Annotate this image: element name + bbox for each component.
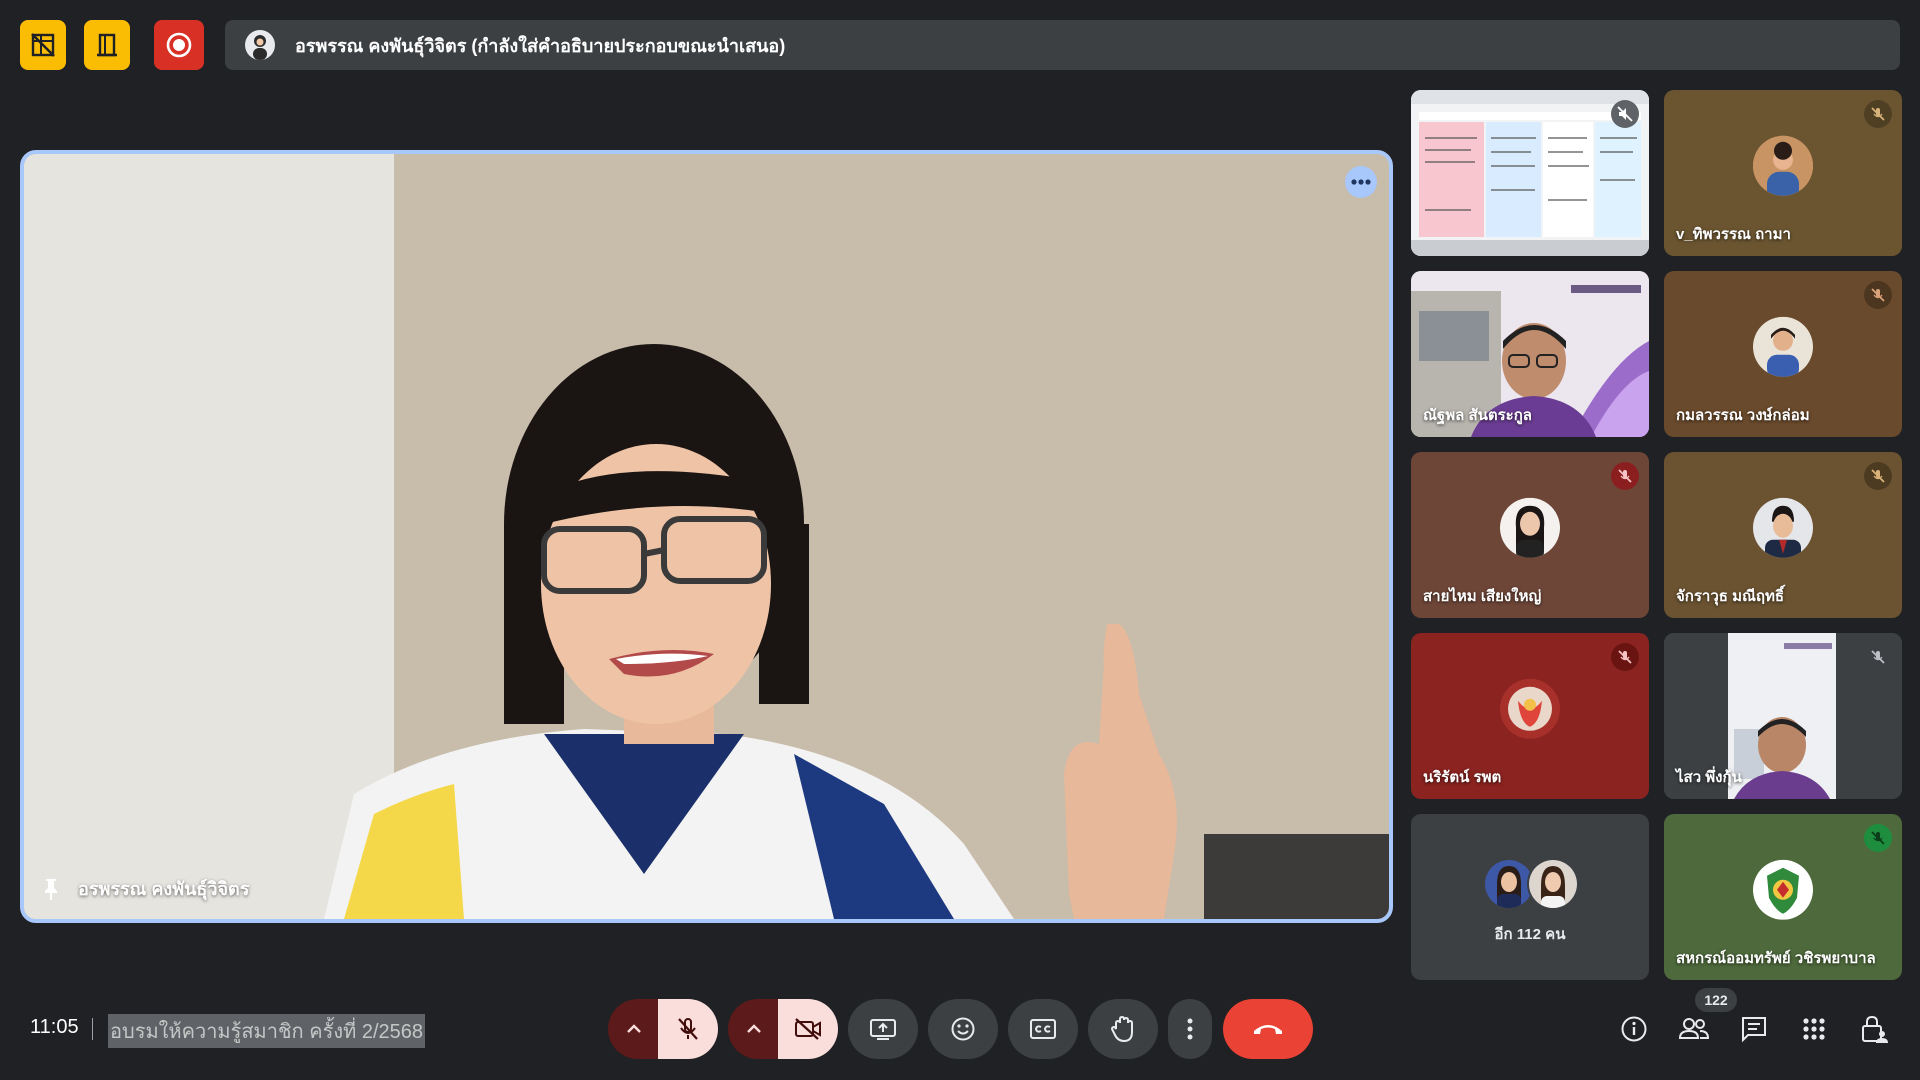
- avatar: [1753, 316, 1813, 377]
- mic-off-badge: [1864, 462, 1892, 490]
- participant-name: สายไหม เสียงใหญ่: [1423, 588, 1542, 605]
- meeting-info-button[interactable]: [1617, 1012, 1651, 1046]
- mic-off-badge: [1611, 100, 1639, 128]
- mic-off-icon: [1618, 469, 1632, 483]
- participant-count-badge: 122: [1695, 988, 1737, 1012]
- participant-tile[interactable]: ณัฐพล สันตระกูล: [1411, 271, 1649, 437]
- mic-off-icon: [1871, 107, 1885, 121]
- mic-off-icon: [1871, 831, 1885, 845]
- avatar: [1527, 858, 1579, 910]
- audio-options-button[interactable]: [608, 999, 660, 1059]
- more-participants-tile[interactable]: อีก 112 คน: [1411, 814, 1649, 980]
- people-icon: [1678, 1018, 1710, 1039]
- mic-off-badge: [1611, 643, 1639, 671]
- volume-off-icon: [1617, 106, 1633, 122]
- participant-tile[interactable]: v_ทิพวรรณ ถามา: [1664, 90, 1902, 256]
- participant-tile[interactable]: สหกรณ์ออมทรัพย์ วชิรพยาบาล: [1664, 814, 1902, 980]
- participant-tile[interactable]: สายไหม เสียงใหญ่: [1411, 452, 1649, 618]
- mic-off-badge: [1611, 462, 1639, 490]
- raise-hand-icon: [1110, 1015, 1133, 1043]
- record-icon: [166, 32, 192, 58]
- participant-tile[interactable]: [1411, 90, 1649, 256]
- mic-toggle-button[interactable]: [658, 999, 718, 1059]
- chat-button[interactable]: [1737, 1012, 1771, 1046]
- presenter-banner-text: อรพรรณ คงพันธุ์วิจิตร (กำลังใส่คำอธิบายป…: [295, 35, 786, 56]
- avatar: [1753, 859, 1813, 920]
- mic-off-badge: [1864, 281, 1892, 309]
- info-icon: [1621, 1016, 1647, 1042]
- more-options-button[interactable]: [1168, 999, 1212, 1059]
- more-vertical-icon: [1187, 1018, 1193, 1040]
- participant-name: สหกรณ์ออมทรัพย์ วชิรพยาบาล: [1676, 950, 1876, 967]
- tile-more-options-button[interactable]: [1345, 166, 1377, 198]
- participant-name: นริรัตน์ รพต: [1423, 769, 1502, 786]
- no-camera-grid-icon: [31, 33, 55, 57]
- raise-hand-button[interactable]: [1088, 999, 1158, 1059]
- meeting-title: อบรมให้ความรู้สมาชิก ครั้งที่ 2/2568: [108, 1014, 426, 1048]
- people-button[interactable]: [1677, 1012, 1711, 1046]
- main-video-tile[interactable]: อรพรรณ คงพันธุ์วิจิตร: [20, 150, 1393, 923]
- participant-name: ไสว พึ่งกุ้น: [1676, 769, 1742, 786]
- mic-off-icon: [1618, 650, 1632, 664]
- presenter-banner: อรพรรณ คงพันธุ์วิจิตร (กำลังใส่คำอธิบายป…: [225, 20, 1900, 70]
- avatar: [1753, 497, 1813, 558]
- avatar: [1753, 135, 1813, 196]
- door-exit-icon: [97, 33, 117, 57]
- present-button[interactable]: [848, 999, 918, 1059]
- camera-toggle-button[interactable]: [778, 999, 838, 1059]
- participant-tile[interactable]: กมลวรรณ วงษ์กล่อม: [1664, 271, 1902, 437]
- participant-name: v_ทิพวรรณ ถามา: [1676, 226, 1791, 243]
- more-participants-label: อีก 112 คน: [1494, 926, 1566, 943]
- participant-name: จักราวุธ มณีฤทธิ์: [1676, 588, 1785, 605]
- chat-icon: [1742, 1017, 1766, 1043]
- clock: 11:05: [30, 1016, 79, 1038]
- speaker-video: [24, 154, 1389, 919]
- participant-tile[interactable]: จักราวุธ มณีฤทธิ์: [1664, 452, 1902, 618]
- mic-off-badge: [1864, 824, 1892, 852]
- chevron-up-icon: [627, 1024, 641, 1033]
- main-tile-label: อรพรรณ คงพันธุ์วิจิตร: [42, 874, 249, 903]
- lock-person-icon: [1862, 1015, 1888, 1043]
- emoji-button[interactable]: [928, 999, 998, 1059]
- end-call-icon: [1254, 1025, 1282, 1034]
- camera-off-icon: [795, 1018, 821, 1040]
- captions-icon: [1030, 1019, 1056, 1039]
- chevron-up-icon: [747, 1024, 761, 1033]
- pin-icon[interactable]: [42, 877, 60, 901]
- mic-off-icon: [678, 1018, 698, 1040]
- apps-grid-icon: [1803, 1018, 1825, 1040]
- emoji-icon: [951, 1017, 975, 1041]
- mic-off-icon: [1871, 469, 1885, 483]
- participant-tile[interactable]: นริรัตน์ รพต: [1411, 633, 1649, 799]
- avatar: [1500, 678, 1560, 739]
- record-button[interactable]: [154, 20, 204, 70]
- end-call-button[interactable]: [1223, 999, 1313, 1059]
- mic-off-badge: [1864, 100, 1892, 128]
- participant-name: กมลวรรณ วงษ์กล่อม: [1676, 407, 1810, 424]
- video-options-button[interactable]: [728, 999, 780, 1059]
- divider: [92, 1018, 93, 1040]
- no-camera-grid-button[interactable]: [20, 20, 66, 70]
- captions-button[interactable]: [1008, 999, 1078, 1059]
- main-participant-name: อรพรรณ คงพันธุ์วิจิตร: [78, 879, 250, 899]
- mic-off-icon: [1871, 288, 1885, 302]
- mic-off-badge: [1864, 643, 1892, 671]
- avatar: [1500, 497, 1560, 558]
- door-button[interactable]: [84, 20, 130, 70]
- presenter-avatar: [245, 30, 275, 60]
- more-horizontal-icon: [1351, 179, 1371, 185]
- mic-off-icon: [1871, 650, 1885, 664]
- host-controls-button[interactable]: [1857, 1012, 1891, 1046]
- present-screen-icon: [870, 1019, 896, 1040]
- participant-tile[interactable]: ไสว พึ่งกุ้น: [1664, 633, 1902, 799]
- participant-name: ณัฐพล สันตระกูล: [1423, 407, 1532, 424]
- activities-button[interactable]: [1797, 1012, 1831, 1046]
